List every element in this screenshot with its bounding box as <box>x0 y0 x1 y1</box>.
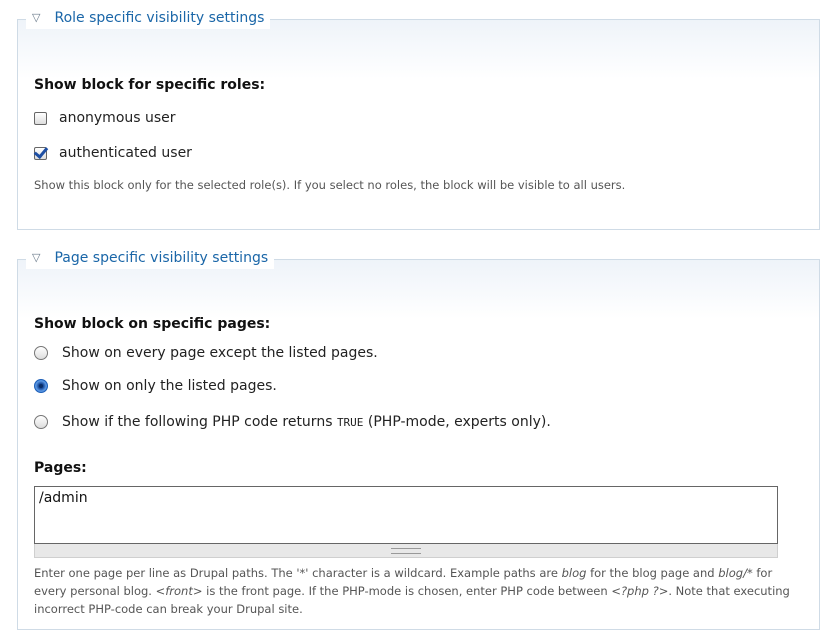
php-mode-label-post: (PHP-mode, experts only). <box>367 414 551 430</box>
role-option-anonymous[interactable]: anonymous user <box>34 110 176 126</box>
role-visibility-fieldset: ▽ Role specific visibility settings Show… <box>17 7 820 230</box>
grip-lines-icon <box>391 547 421 554</box>
authenticated-user-checkbox[interactable] <box>34 146 47 160</box>
roles-heading: Show block for specific roles: <box>34 77 266 93</box>
except-listed-label[interactable]: Show on every page except the listed pag… <box>62 345 378 361</box>
php-mode-label-pre: Show if the following PHP code returns <box>62 414 333 430</box>
page-fieldset-toggle-link[interactable]: Page specific visibility settings <box>54 247 268 269</box>
anonymous-user-label[interactable]: anonymous user <box>59 110 176 126</box>
page-option-php[interactable]: Show if the following PHP code returns T… <box>34 414 551 430</box>
only-listed-radio[interactable] <box>34 379 48 393</box>
php-mode-label[interactable]: Show if the following PHP code returns T… <box>62 414 551 430</box>
authenticated-user-label[interactable]: authenticated user <box>59 145 192 161</box>
collapse-triangle-icon[interactable]: ▽ <box>32 7 40 29</box>
except-listed-radio[interactable] <box>34 346 48 360</box>
php-mode-radio[interactable] <box>34 415 48 429</box>
pages-heading: Show block on specific pages: <box>34 316 271 332</box>
anonymous-user-checkbox[interactable] <box>34 111 47 125</box>
page-visibility-fieldset: ▽ Page specific visibility settings Show… <box>17 247 820 630</box>
role-fieldset-legend[interactable]: ▽ Role specific visibility settings <box>26 7 271 29</box>
pages-description: Enter one page per line as Drupal paths.… <box>34 566 790 616</box>
role-fieldset-toggle-link[interactable]: Role specific visibility settings <box>54 7 264 29</box>
roles-description: Show this block only for the selected ro… <box>34 178 626 192</box>
role-option-authenticated[interactable]: authenticated user <box>34 145 192 161</box>
php-mode-label-code: TRUE <box>336 416 364 429</box>
pages-textarea[interactable]: /admin <box>34 486 778 544</box>
page-option-only[interactable]: Show on only the listed pages. <box>34 378 277 394</box>
collapse-triangle-icon[interactable]: ▽ <box>32 247 40 269</box>
pages-label: Pages: <box>34 460 87 476</box>
page-fieldset-legend[interactable]: ▽ Page specific visibility settings <box>26 247 275 269</box>
textarea-resize-grip[interactable] <box>34 544 778 558</box>
only-listed-label[interactable]: Show on only the listed pages. <box>62 378 277 394</box>
page-option-except[interactable]: Show on every page except the listed pag… <box>34 345 378 361</box>
